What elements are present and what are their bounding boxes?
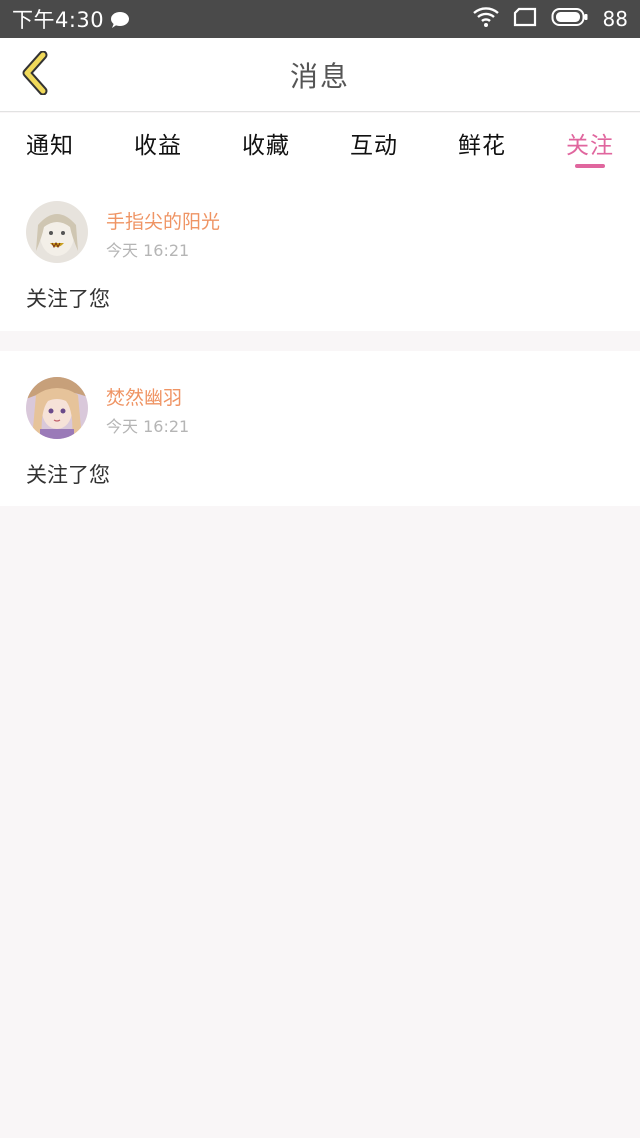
chat-bubble-icon bbox=[110, 11, 130, 28]
avatar[interactable] bbox=[26, 201, 88, 263]
tab-follows[interactable]: 关注 bbox=[566, 113, 614, 173]
battery-icon bbox=[551, 7, 589, 31]
page-title: 消息 bbox=[289, 59, 350, 93]
tab-label: 鲜花 bbox=[458, 133, 506, 159]
message-text: 关注了您 bbox=[26, 287, 110, 311]
status-bar: 下午4:30 88 bbox=[0, 0, 640, 38]
status-time: 下午4:30 bbox=[12, 8, 105, 32]
user-name[interactable]: 焚然幽羽 bbox=[106, 383, 182, 410]
tab-label: 互动 bbox=[350, 133, 398, 159]
message-text: 关注了您 bbox=[26, 463, 110, 487]
screen-icon bbox=[513, 7, 537, 31]
message-list: 手指尖的阳光 今天 16:21 关注了您 焚然幽羽 今天 16:21 关注了您 bbox=[0, 173, 640, 506]
battery-level: 88 bbox=[602, 7, 628, 31]
list-item[interactable]: 手指尖的阳光 今天 16:21 关注了您 bbox=[0, 173, 640, 331]
tab-bar: 通知 收益 收藏 互动 鲜花 关注 bbox=[0, 113, 640, 173]
tab-label: 收藏 bbox=[242, 133, 290, 159]
tab-label: 收益 bbox=[134, 133, 182, 159]
message-time: 今天 16:21 bbox=[106, 417, 190, 436]
status-right: 88 bbox=[472, 6, 628, 32]
user-name[interactable]: 手指尖的阳光 bbox=[106, 207, 220, 234]
tab-label: 通知 bbox=[26, 133, 74, 159]
avatar[interactable] bbox=[26, 377, 88, 439]
tab-interactions[interactable]: 互动 bbox=[350, 113, 398, 173]
tab-favorites[interactable]: 收藏 bbox=[242, 113, 290, 173]
app-header: 消息 bbox=[0, 38, 640, 112]
status-left: 下午4:30 bbox=[12, 4, 130, 34]
back-button[interactable] bbox=[14, 50, 54, 99]
tab-flowers[interactable]: 鲜花 bbox=[458, 113, 506, 173]
tab-notifications[interactable]: 通知 bbox=[26, 113, 74, 173]
wifi-icon bbox=[472, 6, 499, 32]
tab-earnings[interactable]: 收益 bbox=[134, 113, 182, 173]
tab-label: 关注 bbox=[566, 133, 614, 159]
list-item[interactable]: 焚然幽羽 今天 16:21 关注了您 bbox=[0, 351, 640, 506]
message-time: 今天 16:21 bbox=[106, 241, 190, 260]
chevron-left-icon bbox=[19, 50, 49, 99]
